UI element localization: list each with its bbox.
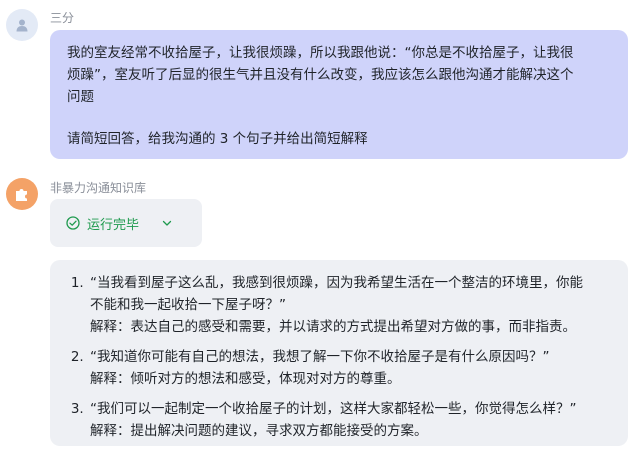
answer-explanation: 解释：倾听对方的想法和感受，体现对对方的尊重。 — [90, 371, 401, 387]
user-message-line: 烦躁”，室友听了后显的很生气并且没有什么改变，我应该怎么跟他沟通才能解决这个 — [67, 67, 574, 83]
user-instruction: 请简短回答，给我沟通的 3 个句子并给出简短解释 — [67, 131, 368, 147]
list-item: “我们可以一起制定一个收拾屋子的计划，这样大家都轻松一些，你觉得怎么样？” 解释… — [88, 398, 612, 442]
run-status-label: 运行完毕 — [87, 217, 140, 233]
answer-explanation: 解释：表达自己的感受和需要，并以请求的方式提出希望对方做的事，而非指责。 — [90, 319, 576, 335]
person-icon — [16, 19, 28, 32]
list-item: “当我看到屋子这么乱，我感到很烦躁，因为我希望生活在一个整洁的环境里，你能 不能… — [88, 272, 612, 338]
answer-list: “当我看到屋子这么乱，我感到很烦躁，因为我希望生活在一个整洁的环境里，你能 不能… — [70, 272, 612, 442]
answer-quote: “当我看到屋子这么乱，我感到很烦躁，因为我希望生活在一个整洁的环境里，你能 — [90, 275, 583, 291]
run-status-toggle[interactable]: 运行完毕 — [50, 199, 202, 247]
answer-quote: 不能和我一起收拾一下屋子呀？” — [90, 297, 286, 313]
user-message-line: 我的室友经常不收拾屋子，让我很烦躁，所以我跟他说：“你总是不收拾屋子，让我很 — [67, 45, 574, 61]
answer-quote: “我知道你可能有自己的想法，我想了解一下你不收拾屋子是有什么原因吗？” — [90, 349, 550, 365]
user-name: 三分 — [50, 11, 75, 25]
answer-quote: “我们可以一起制定一个收拾屋子的计划，这样大家都轻松一些，你觉得怎么样？” — [90, 401, 577, 417]
chevron-down-icon[interactable] — [161, 217, 173, 229]
user-message-line: 问题 — [67, 89, 94, 105]
check-circle-icon — [66, 216, 80, 230]
bot-avatar — [6, 178, 38, 210]
list-item: “我知道你可能有自己的想法，我想了解一下你不收拾屋子是有什么原因吗？” 解释：倾… — [88, 346, 612, 390]
answer-explanation: 解释：提出解决问题的建议，寻求双方都能接受的方案。 — [90, 423, 428, 439]
user-avatar — [6, 9, 38, 41]
bot-name: 非暴力沟通知识库 — [50, 181, 147, 195]
puzzle-icon — [16, 189, 27, 201]
user-message-bubble: 我的室友经常不收拾屋子，让我很烦躁，所以我跟他说：“你总是不收拾屋子，让我很 烦… — [50, 30, 628, 159]
bot-answer-bubble: “当我看到屋子这么乱，我感到很烦躁，因为我希望生活在一个整洁的环境里，你能 不能… — [50, 260, 628, 446]
